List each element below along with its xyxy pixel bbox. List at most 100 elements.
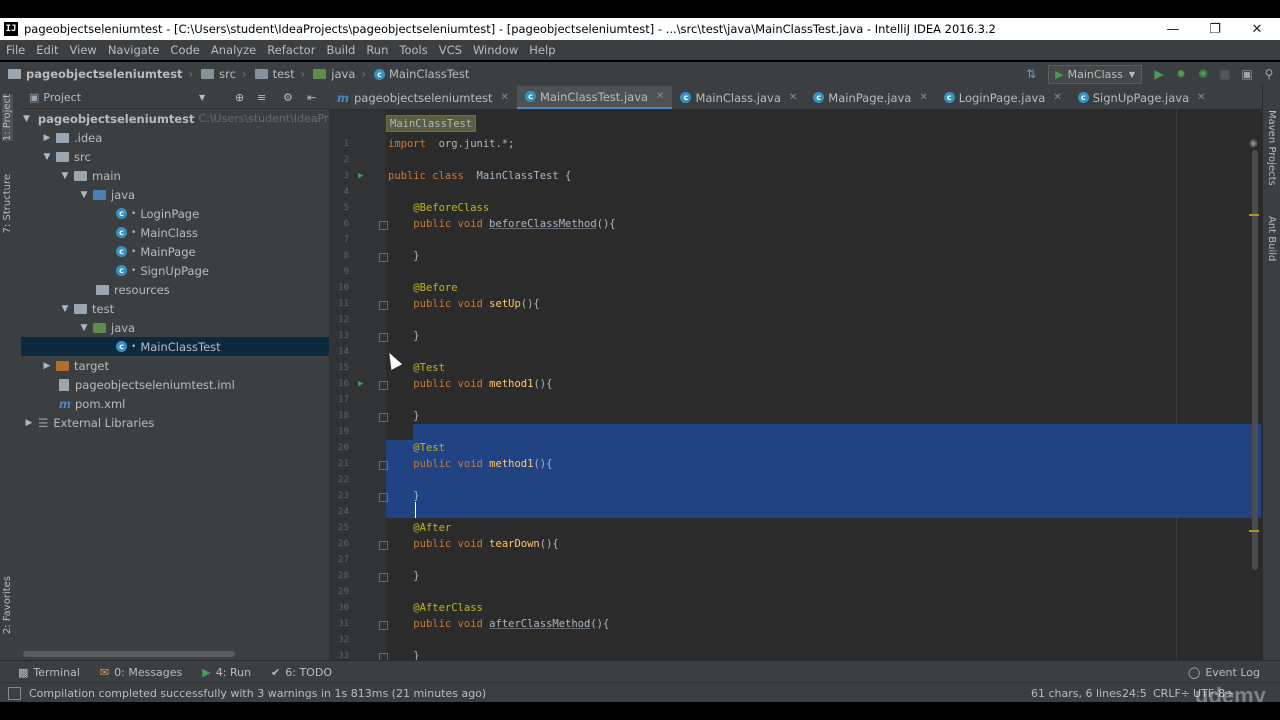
tab-mainclasstest[interactable]: c MainClassTest.java ✕ [516,86,673,109]
close-tab-icon[interactable]: ✕ [919,92,927,103]
menu-file[interactable]: File [6,43,25,57]
fold-marker-icon[interactable] [379,381,388,390]
close-tab-icon[interactable]: ✕ [656,91,664,102]
tool-run[interactable]: ▶ 4: Run [202,666,251,679]
tab-ant-build[interactable]: Ant Build [1266,216,1277,261]
tree-item-loginpage[interactable]: c • LoginPage [21,204,329,223]
build-icon[interactable]: ⇅ [1022,65,1040,83]
code-editor[interactable]: MainClassTest 1 import org.junit.*; 2 3 ▶ pu… [329,110,1262,660]
maximize-button[interactable]: ❐ [1194,18,1236,40]
debug-icon[interactable]: ✹ [1172,65,1190,83]
coverage-icon[interactable]: ✺ [1194,65,1212,83]
tab-signuppage[interactable]: c SignUpPage.java ✕ [1070,86,1214,109]
menu-analyze[interactable]: Analyze [211,43,256,57]
run-configuration-select[interactable]: ▶ MainClass ▼ [1048,64,1142,84]
tool-event-log[interactable]: ◯ Event Log [1188,666,1260,679]
editor-vertical-scrollbar[interactable] [1252,150,1258,570]
menu-navigate[interactable]: Navigate [108,43,160,57]
tree-item-mainclasstest[interactable]: c • MainClassTest [21,337,329,356]
tab-favorites[interactable]: 2: Favorites [2,576,13,634]
run-test-gutter-icon[interactable]: ▶ [358,379,363,389]
toggle-tool-windows-icon[interactable] [8,686,21,700]
class-breadcrumb-popup[interactable]: MainClassTest [386,115,477,132]
project-panel-title[interactable]: Project [43,91,81,104]
tree-item-src[interactable]: ▼ src [21,147,329,166]
fold-marker-icon[interactable] [379,301,388,310]
tree-item-test-java[interactable]: ▼ java [21,318,329,337]
tree-item-main[interactable]: ▼ main [21,166,329,185]
tab-loginpage[interactable]: c LoginPage.java ✕ [936,86,1070,109]
close-tab-icon[interactable]: ✕ [1197,92,1205,103]
tree-item-mainpage[interactable]: c • MainPage [21,242,329,261]
settings-gear-icon[interactable]: ⚙ [283,91,293,104]
search-icon[interactable]: ⚲ [1260,65,1278,83]
tree-item-test[interactable]: ▼ test [21,299,329,318]
warning-marker[interactable] [1249,530,1259,532]
minimize-button[interactable]: — [1152,18,1194,40]
tree-item-project-root[interactable]: ▼ pageobjectseleniumtest C:\Users\student\… [21,109,351,128]
menu-view[interactable]: View [70,43,97,57]
fold-marker-icon[interactable] [379,461,388,470]
tab-maven-projects[interactable]: Maven Projects [1266,110,1277,186]
menu-vcs[interactable]: VCS [439,43,462,57]
tool-terminal[interactable]: ▩ Terminal [18,666,80,679]
tool-messages[interactable]: ✉ 0: Messages [100,666,182,679]
tool-todo[interactable]: ✔ 6: TODO [271,666,332,679]
close-window-button[interactable]: ✕ [1236,18,1278,40]
tab-mainpage[interactable]: c MainPage.java ✕ [805,86,935,109]
close-tab-icon[interactable]: ✕ [501,92,509,103]
breadcrumb-java[interactable]: java › [313,67,366,81]
tree-item-resources[interactable]: resources [21,280,329,299]
line-separator[interactable]: CRLF÷ [1153,687,1190,700]
menu-help[interactable]: Help [529,43,555,57]
tree-item-mainclass[interactable]: c • MainClass [21,223,329,242]
run-test-gutter-icon[interactable]: ▶ [358,171,363,181]
tree-item-target[interactable]: ▶ target [21,356,329,375]
status-message[interactable]: Compilation completed successfully with … [29,687,486,700]
caret-position[interactable]: 24:5 [1122,687,1147,700]
menu-edit[interactable]: Edit [36,43,58,57]
fold-marker-icon[interactable] [379,573,388,582]
breadcrumb-test[interactable]: test › [254,67,305,81]
scroll-from-source-icon[interactable]: ⊕ [235,91,244,104]
tab-pageobjectseleniumtest[interactable]: m pageobjectseleniumtest ✕ [329,86,517,109]
menu-tools[interactable]: Tools [399,43,427,57]
menu-build[interactable]: Build [326,43,355,57]
chevron-down-icon[interactable]: ▼ [199,93,205,102]
fold-marker-icon[interactable] [379,221,388,230]
tree-item-pom[interactable]: m pom.xml [21,394,329,413]
project-structure-icon[interactable]: ▣ [1238,65,1256,83]
menu-window[interactable]: Window [473,43,518,57]
fold-marker-icon[interactable] [379,653,388,660]
stop-icon[interactable]: ■ [1216,65,1234,83]
tree-item-iml[interactable]: pageobjectseleniumtest.iml [21,375,329,394]
tree-item-signuppage[interactable]: c • SignUpPage [21,261,329,280]
menu-run[interactable]: Run [366,43,388,57]
fold-marker-icon[interactable] [379,413,388,422]
breadcrumb-src[interactable]: src › [201,67,247,81]
close-tab-icon[interactable]: ✕ [789,92,797,103]
run-icon[interactable]: ▶ [1150,65,1168,83]
hide-panel-icon[interactable]: ⇤ [307,91,316,104]
warning-marker[interactable] [1249,214,1259,216]
close-tab-icon[interactable]: ✕ [1053,92,1061,103]
class-icon: c [116,265,127,276]
tab-project[interactable]: 1: Project [2,94,13,142]
fold-marker-icon[interactable] [379,253,388,262]
menu-code[interactable]: Code [170,43,199,57]
collapse-all-icon[interactable]: ≡ [257,91,266,104]
fold-marker-icon[interactable] [379,621,388,630]
inspection-eye-icon[interactable]: ◉ [1249,138,1258,149]
tab-mainclass[interactable]: c MainClass.java ✕ [672,86,805,109]
breadcrumb-project[interactable]: pageobjectseleniumtest › [8,67,193,81]
fold-marker-icon[interactable] [379,493,388,502]
project-horizontal-scrollbar[interactable] [23,651,235,657]
tab-structure[interactable]: 7: Structure [2,174,13,233]
fold-marker-icon[interactable] [379,541,388,550]
tree-item-idea[interactable]: ▶ .idea [21,128,329,147]
tree-item-main-java[interactable]: ▼ java [21,185,329,204]
tree-item-external-libraries[interactable]: ▶ ☰ External Libraries [21,413,329,432]
fold-marker-icon[interactable] [379,333,388,342]
menu-refactor[interactable]: Refactor [267,43,315,57]
breadcrumb-mainclasstest[interactable]: c MainClassTest [373,67,469,81]
